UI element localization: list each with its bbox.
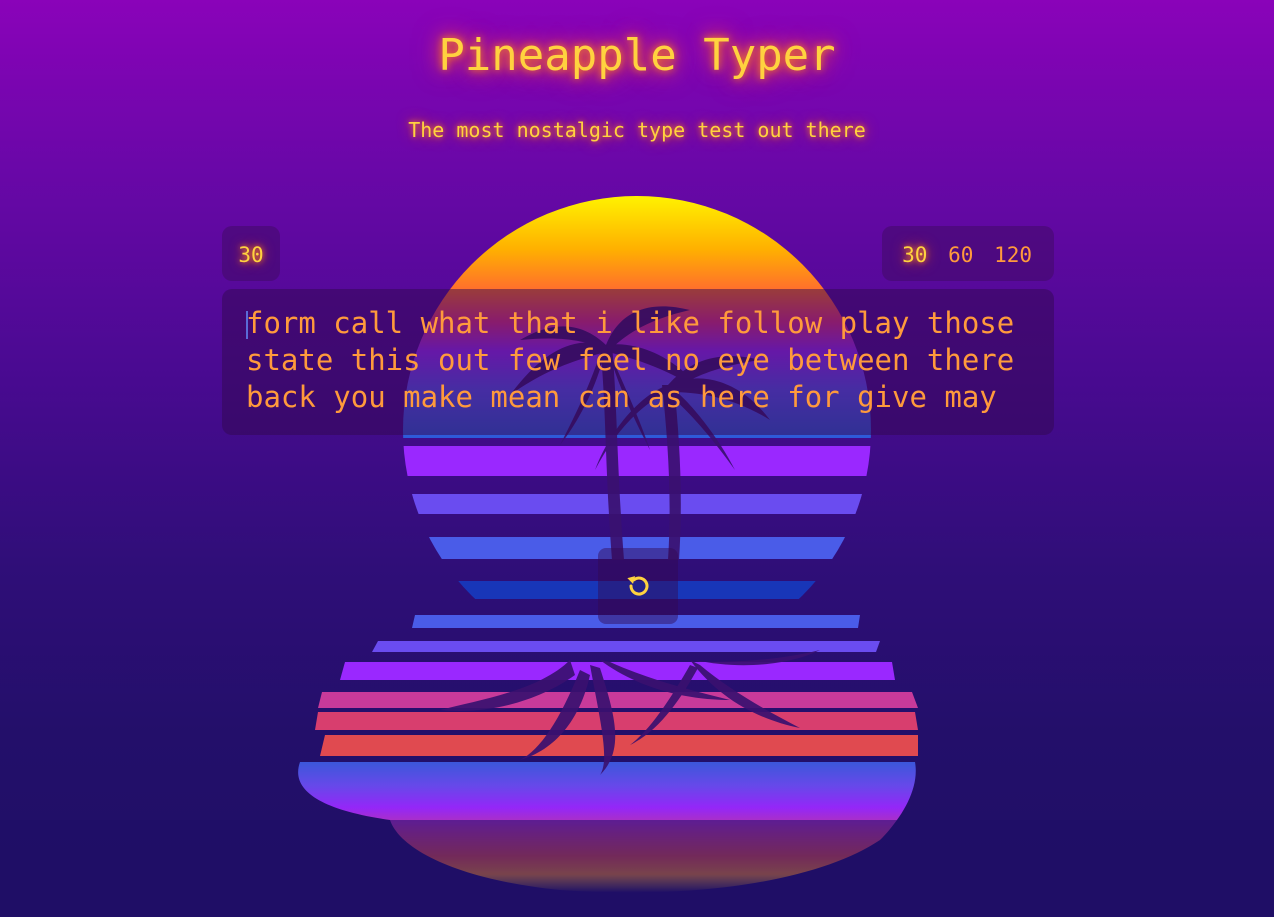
restart-icon xyxy=(627,576,649,596)
word-line: form call what that i like follow play t… xyxy=(246,306,1015,340)
duration-option-60[interactable]: 60 xyxy=(948,243,973,267)
timer-panel: 30 xyxy=(222,226,280,281)
duration-options: 30 60 120 xyxy=(894,226,1032,281)
duration-selector: 30 60 120 xyxy=(882,226,1054,281)
word-line: state this out few feel no eye between t… xyxy=(246,343,1015,377)
page-title: Pineapple Typer xyxy=(438,30,836,81)
restart-button[interactable] xyxy=(598,548,678,624)
word-list: form call what that i like follow play t… xyxy=(246,305,1036,416)
duration-option-120[interactable]: 120 xyxy=(994,243,1032,267)
word-line: back you make mean can as here for give … xyxy=(246,380,997,414)
page-subtitle: The most nostalgic type test out there xyxy=(408,118,866,142)
duration-option-30[interactable]: 30 xyxy=(902,243,927,267)
typing-area[interactable]: form call what that i like follow play t… xyxy=(222,289,1054,435)
countdown-timer: 30 xyxy=(238,243,264,267)
